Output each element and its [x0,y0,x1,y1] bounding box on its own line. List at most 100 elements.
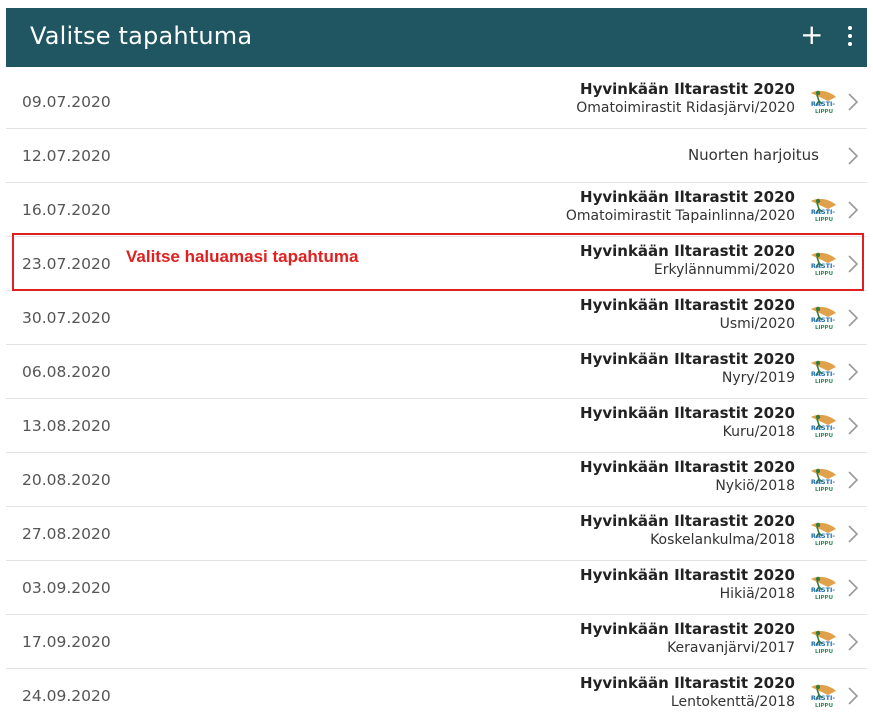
event-date: 20.08.2020 [22,471,111,489]
add-button[interactable]: + [800,21,823,49]
event-info: Hyvinkään Iltarastit 2020 Omatoimirastit … [566,188,795,224]
svg-text:LIPPU: LIPPU [815,703,833,709]
rastilippu-logo-icon: RASTI- LIPPU [808,195,838,225]
event-info: Hyvinkään Iltarastit 2020 Nykiö/2018 [580,458,795,494]
event-title: Hyvinkään Iltarastit 2020 [580,674,795,692]
event-subtitle: Keravanjärvi/2017 [667,640,795,656]
chevron-right-icon [847,362,859,382]
event-date: 17.09.2020 [22,633,111,651]
svg-text:LIPPU: LIPPU [815,271,833,277]
rastilippu-logo-icon: RASTI- LIPPU [808,573,838,603]
chevron-right-icon [847,92,859,112]
svg-text:LIPPU: LIPPU [815,541,833,547]
svg-text:LIPPU: LIPPU [815,649,833,655]
event-row[interactable]: 17.09.2020 Hyvinkään Iltarastit 2020 Kerav… [6,615,867,669]
event-subtitle: Hikiä/2018 [719,586,795,602]
svg-text:RASTI-: RASTI- [811,100,836,108]
event-subtitle: Omatoimirastit Tapainlinna/2020 [565,208,795,224]
event-title: Hyvinkään Iltarastit 2020 [580,242,795,260]
more-vertical-icon [846,26,854,46]
chevron-right-icon [847,686,859,706]
event-date: 27.08.2020 [22,525,111,543]
event-info: Hyvinkään Iltarastit 2020 Erkylännummi/20… [580,242,795,278]
event-row[interactable]: 16.07.2020 Hyvinkään Iltarastit 2020 Omato… [6,183,867,237]
event-subtitle: Omatoimirastit Ridasjärvi/2020 [576,100,795,116]
chevron-right-icon [847,416,859,436]
svg-text:RASTI-: RASTI- [811,316,836,324]
event-date: 23.07.2020 [22,255,111,273]
event-subtitle: Lentokenttä/2018 [670,694,795,710]
event-row[interactable]: 27.08.2020 Hyvinkään Iltarastit 2020 Koske… [6,507,867,561]
event-date: 09.07.2020 [22,93,111,111]
svg-text:RASTI-: RASTI- [811,370,836,378]
event-row[interactable]: 09.07.2020 Hyvinkään Iltarastit 2020 Omato… [6,75,867,129]
chevron-right-icon [847,308,859,328]
page-title: Valitse tapahtuma [30,22,253,50]
event-subtitle: Nykiö/2018 [715,478,795,494]
svg-text:LIPPU: LIPPU [815,433,833,439]
event-date: 16.07.2020 [22,201,111,219]
chevron-right-icon [847,632,859,652]
event-info: Hyvinkään Iltarastit 2020 Kuru/2018 [580,404,795,440]
chevron-right-icon [847,470,859,490]
event-row[interactable]: 12.07.2020 Nuorten harjoitus [6,129,867,183]
more-options-button[interactable] [846,26,854,52]
chevron-right-icon [847,254,859,274]
event-title: Hyvinkään Iltarastit 2020 [580,620,795,638]
event-list: 09.07.2020 Hyvinkään Iltarastit 2020 Omato… [6,75,867,723]
event-subtitle: Nyry/2019 [721,370,795,386]
svg-text:RASTI-: RASTI- [811,424,836,432]
event-title: Hyvinkään Iltarastit 2020 [580,80,795,98]
chevron-right-icon [847,200,859,220]
event-date: 13.08.2020 [22,417,111,435]
event-info: Nuorten harjoitus [688,146,819,164]
svg-text:LIPPU: LIPPU [815,487,833,493]
event-info: Hyvinkään Iltarastit 2020 Keravanjärvi/20… [580,620,795,656]
event-row[interactable]: 24.09.2020 Hyvinkään Iltarastit 2020 Lento… [6,669,867,723]
event-info: Hyvinkään Iltarastit 2020 Koskelankulma/2… [580,512,795,548]
event-title: Hyvinkään Iltarastit 2020 [580,350,795,368]
event-row[interactable]: 13.08.2020 Hyvinkään Iltarastit 2020 Kuru/… [6,399,867,453]
rastilippu-logo-icon: RASTI- LIPPU [808,465,838,495]
event-title: Hyvinkään Iltarastit 2020 [580,296,795,314]
event-title: Hyvinkään Iltarastit 2020 [580,458,795,476]
event-row[interactable]: 20.08.2020 Hyvinkään Iltarastit 2020 Nykiö… [6,453,867,507]
event-date: 30.07.2020 [22,309,111,327]
event-date: 24.09.2020 [22,687,111,705]
event-date: 03.09.2020 [22,579,111,597]
rastilippu-logo-icon: RASTI- LIPPU [808,411,838,441]
event-subtitle: Nuorten harjoitus [687,146,819,164]
rastilippu-logo-icon: RASTI- LIPPU [808,303,838,333]
event-row[interactable]: 03.09.2020 Hyvinkään Iltarastit 2020 Hikiä… [6,561,867,615]
event-title: Hyvinkään Iltarastit 2020 [580,188,795,206]
event-subtitle: Usmi/2020 [719,316,795,332]
event-date: 12.07.2020 [22,147,111,165]
svg-text:LIPPU: LIPPU [815,325,833,331]
event-row[interactable]: 30.07.2020 Hyvinkään Iltarastit 2020 Usmi/… [6,291,867,345]
event-info: Hyvinkään Iltarastit 2020 Usmi/2020 [580,296,795,332]
chevron-right-icon [847,524,859,544]
rastilippu-logo-icon: RASTI- LIPPU [808,249,838,279]
svg-text:RASTI-: RASTI- [811,532,836,540]
event-info: Hyvinkään Iltarastit 2020 Hikiä/2018 [580,566,795,602]
event-info: Hyvinkään Iltarastit 2020 Lentokenttä/201… [580,674,795,710]
event-row[interactable]: 06.08.2020 Hyvinkään Iltarastit 2020 Nyry/… [6,345,867,399]
svg-text:RASTI-: RASTI- [811,694,836,702]
svg-text:RASTI-: RASTI- [811,208,836,216]
event-info: Hyvinkään Iltarastit 2020 Nyry/2019 [580,350,795,386]
svg-text:RASTI-: RASTI- [811,640,836,648]
event-subtitle: Kuru/2018 [722,424,795,440]
chevron-right-icon [847,146,859,166]
rastilippu-logo-icon: RASTI- LIPPU [808,681,838,711]
rastilippu-logo-icon: RASTI- LIPPU [808,87,838,117]
svg-text:LIPPU: LIPPU [815,379,833,385]
event-info: Hyvinkään Iltarastit 2020 Omatoimirastit … [576,80,795,116]
event-date: 06.08.2020 [22,363,111,381]
event-subtitle: Koskelankulma/2018 [650,532,795,548]
svg-text:RASTI-: RASTI- [811,262,836,270]
callout-text: Valitse haluamasi tapahtuma [126,247,359,266]
svg-text:LIPPU: LIPPU [815,109,833,115]
event-title: Hyvinkään Iltarastit 2020 [580,566,795,584]
rastilippu-logo-icon: RASTI- LIPPU [808,519,838,549]
svg-text:LIPPU: LIPPU [815,595,833,601]
